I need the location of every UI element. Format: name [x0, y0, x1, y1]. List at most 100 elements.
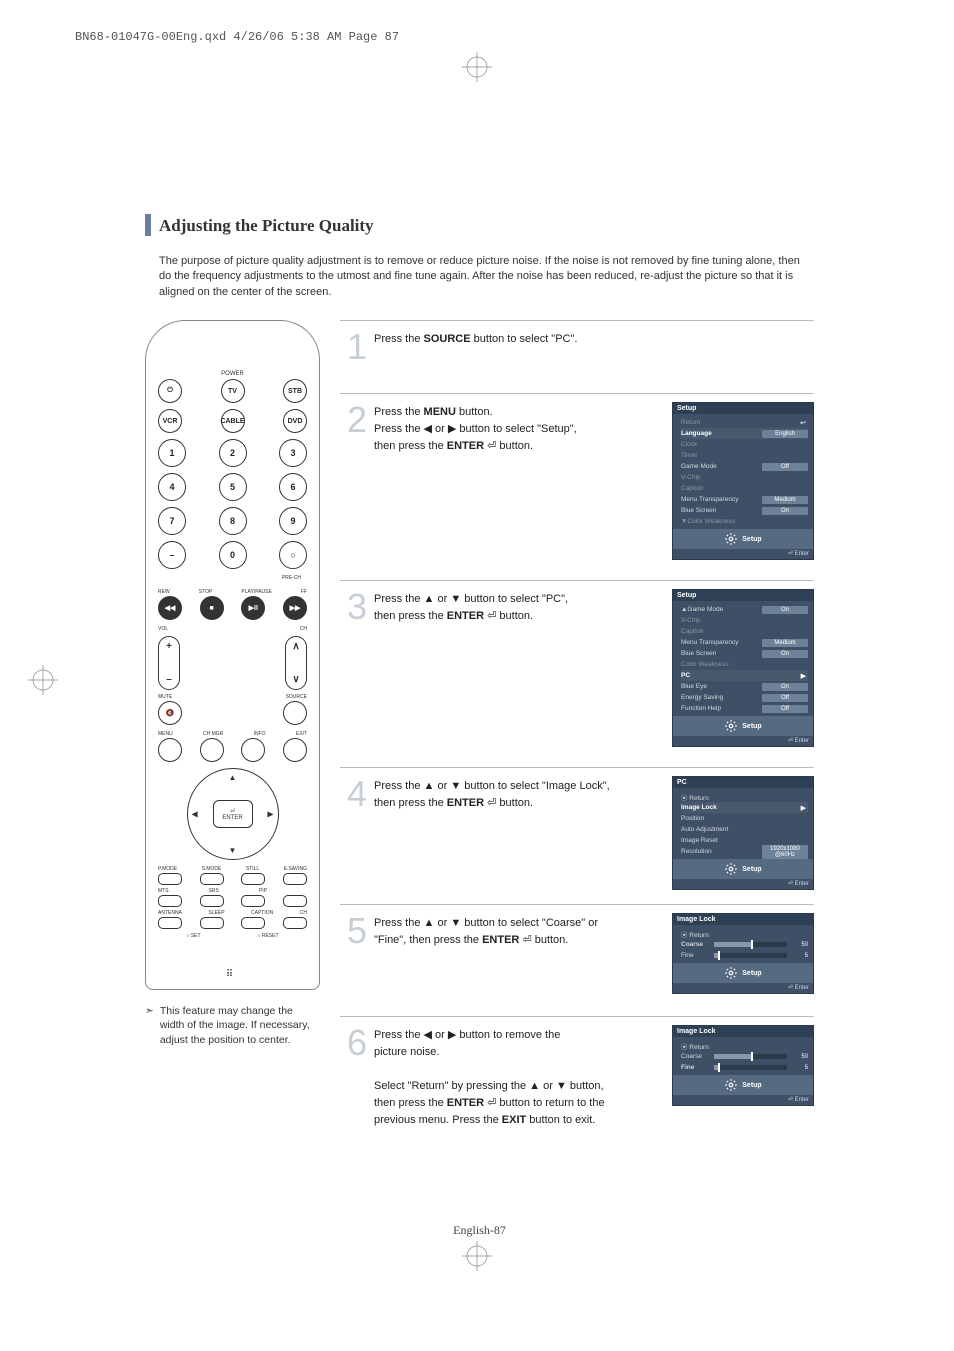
osd-enter-hint: ⏎ Enter: [673, 983, 813, 993]
osd-row: ⦿ Return: [681, 791, 808, 802]
page-number: English-87: [145, 1223, 814, 1238]
step-text: Press the ▲ or ▼ button to select "Coars…: [374, 913, 668, 949]
osd-slider-row: Fine5: [681, 950, 808, 961]
remote-button: DVD: [283, 409, 307, 433]
osd-row: Menu TransparencyMedium: [681, 494, 808, 505]
osd-enter-hint: ⏎ Enter: [673, 1095, 813, 1105]
instruction-step: 6Press the ◀ or ▶ button to remove thepi…: [340, 1016, 814, 1165]
osd-row: Menu TransparencyMedium: [681, 637, 808, 648]
osd-row: Function HelpOff: [681, 703, 808, 714]
gear-icon: [724, 1078, 738, 1092]
remote-num-button: 1: [158, 439, 186, 467]
crop-mark-bottom: [462, 1241, 492, 1271]
remote-button: VCR: [158, 409, 182, 433]
note-text: This feature may change the width of the…: [160, 1004, 320, 1047]
gear-icon: [724, 532, 738, 546]
osd-row: Resolution1920x1080 @60Hz: [681, 846, 808, 857]
osd-slider-row: Coarse50: [681, 1051, 808, 1062]
osd-row: Clock: [681, 439, 808, 450]
remote-num-button: 3: [279, 439, 307, 467]
osd-title: Setup: [673, 403, 813, 414]
remote-menu-button: [241, 738, 265, 762]
osd-row: V-Chip: [681, 615, 808, 626]
remote-button: TV: [221, 379, 245, 403]
osd-enter-hint: ⏎ Enter: [673, 879, 813, 889]
osd-footer: Setup: [673, 529, 813, 549]
instruction-step: 1Press the SOURCE button to select "PC".: [340, 320, 814, 385]
gear-icon: [724, 862, 738, 876]
osd-slider-row: Coarse50: [681, 939, 808, 950]
step-text: Press the MENU button.Press the ◀ or ▶ b…: [374, 402, 668, 455]
osd-row: Timer: [681, 450, 808, 461]
osd-row: ▲Game ModeOn: [681, 604, 808, 615]
osd-screen: SetupReturn↩LanguageEnglishClockTimerGam…: [672, 402, 814, 560]
remote-num-button: 0: [219, 541, 247, 569]
step-number: 3: [340, 589, 374, 625]
remote-num-button: 6: [279, 473, 307, 501]
osd-screen: Image Lock⦿ ReturnCoarse50Fine5Setup⏎ En…: [672, 913, 814, 994]
remote-vol-rocker: +–: [158, 636, 180, 690]
gear-icon: [724, 719, 738, 733]
osd-row: V-Chip: [681, 472, 808, 483]
osd-row: ▼Color Weakness: [681, 516, 808, 527]
remote-dots: ⠿: [158, 969, 307, 980]
osd-enter-hint: ⏎ Enter: [673, 736, 813, 746]
osd-title: PC: [673, 777, 813, 788]
osd-screen: PC⦿ ReturnImage Lock▶PositionAuto Adjust…: [672, 776, 814, 890]
remote-enter-button: ⏎ENTER: [213, 800, 253, 828]
remote-num-button: 9: [279, 507, 307, 535]
osd-title: Setup: [673, 590, 813, 601]
instruction-step: 4Press the ▲ or ▼ button to select "Imag…: [340, 767, 814, 896]
remote-num-button: 2: [219, 439, 247, 467]
osd-row: Game ModeOff: [681, 461, 808, 472]
osd-row: Caption: [681, 626, 808, 637]
osd-footer: Setup: [673, 1075, 813, 1095]
remote-button: ⏻: [158, 379, 182, 403]
osd-row: Blue ScreenOn: [681, 648, 808, 659]
remote-num-button: ○: [279, 541, 307, 569]
instruction-step: 2Press the MENU button.Press the ◀ or ▶ …: [340, 393, 814, 572]
osd-enter-hint: ⏎ Enter: [673, 549, 813, 559]
remote-button: STB: [283, 379, 307, 403]
step-number: 1: [340, 329, 374, 365]
osd-row: ⦿ Return: [681, 928, 808, 939]
remote-menu-button: [283, 738, 307, 762]
osd-row: Energy SavingOff: [681, 692, 808, 703]
step-number: 4: [340, 776, 374, 812]
step-number: 5: [340, 913, 374, 949]
remote-ch-rocker: ∧∨: [285, 636, 307, 690]
remote-num-button: –: [158, 541, 186, 569]
intro-paragraph: The purpose of picture quality adjustmen…: [145, 254, 814, 300]
remote-source-button: [283, 701, 307, 725]
title-accent-bar: [145, 214, 151, 236]
remote-button: ▶II: [241, 596, 265, 620]
osd-title: Image Lock: [673, 914, 813, 925]
instruction-step: 5Press the ▲ or ▼ button to select "Coar…: [340, 904, 814, 1008]
remote-power-label: POWER: [158, 371, 307, 377]
step-text: Press the ▲ or ▼ button to select "Image…: [374, 776, 668, 812]
osd-title: Image Lock: [673, 1026, 813, 1037]
step-number: 2: [340, 402, 374, 438]
osd-row: Blue ScreenOn: [681, 505, 808, 516]
remote-menu-button: [158, 738, 182, 762]
step-text: Press the SOURCE button to select "PC".: [374, 329, 814, 348]
osd-row: LanguageEnglish: [681, 428, 808, 439]
osd-row: Color Weakness: [681, 659, 808, 670]
remote-mute-button: 🔇: [158, 701, 182, 725]
remote-num-button: 5: [219, 473, 247, 501]
gear-icon: [724, 966, 738, 980]
remote-button: CABLE: [221, 409, 245, 433]
instruction-step: 3Press the ▲ or ▼ button to select "PC",…: [340, 580, 814, 759]
remote-button: ◀◀: [158, 596, 182, 620]
osd-footer: Setup: [673, 716, 813, 736]
osd-row: ⦿ Return: [681, 1040, 808, 1051]
remote-num-button: 7: [158, 507, 186, 535]
osd-footer: Setup: [673, 859, 813, 879]
osd-row: Image Lock▶: [681, 802, 808, 813]
osd-screen: Setup ▲Game ModeOnV-ChipCaptionMenu Trans…: [672, 589, 814, 747]
step-text: Press the ▲ or ▼ button to select "PC",t…: [374, 589, 668, 625]
osd-row: Position: [681, 813, 808, 824]
remote-num-button: 8: [219, 507, 247, 535]
remote-prech-label: PRE-CH: [158, 575, 307, 581]
remote-button: ■: [200, 596, 224, 620]
